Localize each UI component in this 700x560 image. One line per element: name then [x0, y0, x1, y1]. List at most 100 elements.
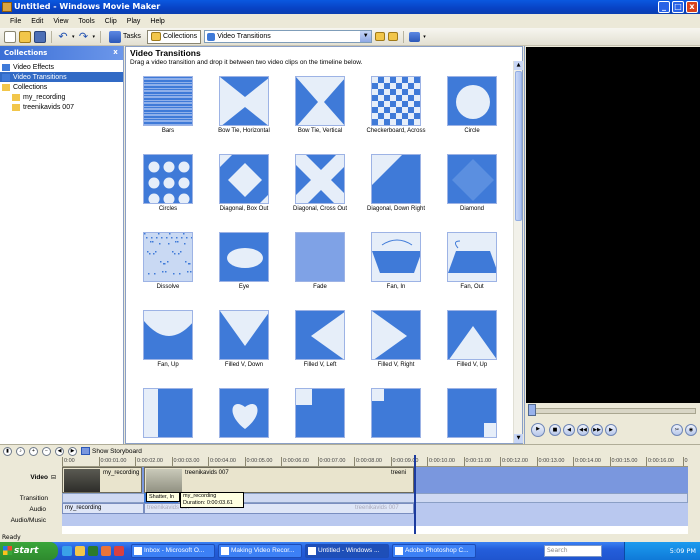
transition-tile[interactable]: Checkerboard, Across [358, 71, 434, 149]
seek-knob[interactable] [528, 404, 536, 416]
collection-item[interactable]: Video Transitions [0, 72, 123, 82]
scroll-down-icon[interactable]: ▼ [514, 434, 523, 443]
menu-file[interactable]: File [6, 18, 25, 25]
tasks-button[interactable]: Tasks [106, 30, 144, 44]
ruler-tick: 0:00:11.00 [463, 457, 491, 466]
zoom-in-icon[interactable]: + [29, 446, 38, 456]
show-storyboard-button[interactable]: Show Storyboard [81, 447, 142, 455]
fast-forward-icon[interactable]: ▶▶ [591, 424, 603, 436]
transition-tile[interactable]: Filled V, Down [206, 305, 282, 383]
undo-dropdown-icon[interactable]: ▾ [72, 34, 75, 40]
ie-icon[interactable] [62, 546, 72, 556]
transition-tile[interactable]: Diamond [434, 149, 510, 227]
play-icon[interactable]: ▶ [531, 423, 545, 437]
zoom-out-icon[interactable]: − [42, 446, 51, 456]
redo-icon[interactable]: ↷ [78, 30, 90, 43]
transition-tile[interactable]: Fade [282, 227, 358, 305]
transition-tile[interactable]: Fan, Up [130, 305, 206, 383]
taskbar-task-button[interactable]: Making Video Recor... [218, 544, 302, 558]
playhead-indicator[interactable] [414, 455, 416, 545]
split-clip-icon[interactable]: ✂ [671, 424, 683, 436]
collection-item-label: treenikavids 007 [23, 103, 74, 111]
app-icon[interactable] [114, 546, 124, 556]
rewind-icon[interactable]: ◀◀ [577, 424, 589, 436]
transition-tile[interactable]: Circles [130, 149, 206, 227]
expand-video-icon[interactable]: ⊟ [51, 474, 56, 481]
set-audio-levels-icon[interactable]: ▮ [3, 446, 12, 456]
menu-view[interactable]: View [49, 18, 72, 25]
audio-music-track[interactable] [62, 514, 688, 526]
transition-tile[interactable]: Bow Tie, Horizontal [206, 71, 282, 149]
video-clip[interactable]: my_recording [62, 467, 142, 493]
previous-frame-icon[interactable]: ◀ [563, 424, 575, 436]
video-clip[interactable]: treenikavids 007 treeni [144, 467, 414, 493]
menu-play[interactable]: Play [123, 18, 145, 25]
stop-icon[interactable]: ■ [549, 424, 561, 436]
taskbar-task-button[interactable]: Adobe Photoshop C... [392, 544, 476, 558]
taskbar-task-button[interactable]: Untitled - Windows ... [305, 544, 389, 558]
collection-item[interactable]: Collections [0, 82, 123, 92]
transition-tile[interactable]: Fan, Out [434, 227, 510, 305]
menu-clip[interactable]: Clip [101, 18, 121, 25]
fade-icon [295, 232, 345, 282]
next-frame-icon[interactable]: ▶ [605, 424, 617, 436]
open-folder-icon[interactable] [19, 30, 31, 43]
menu-edit[interactable]: Edit [27, 18, 47, 25]
content-subtitle: Drag a video transition and drop it betw… [130, 59, 363, 66]
collections-button[interactable]: Collections [146, 29, 202, 44]
transition-tile[interactable]: Diagonal, Box Out [206, 149, 282, 227]
views-icon[interactable] [409, 31, 421, 42]
scrollbar-thumb[interactable] [515, 71, 522, 221]
start-button[interactable]: start [0, 542, 58, 560]
save-icon[interactable] [34, 30, 46, 43]
transition-tile[interactable]: Diagonal, Cross Out [282, 149, 358, 227]
transition-tile[interactable]: Diagonal, Down Right [358, 149, 434, 227]
taskbar-search-input[interactable]: Search [544, 545, 602, 557]
transition-tile[interactable]: Bars [130, 71, 206, 149]
excel-icon[interactable] [88, 546, 98, 556]
minimize-button[interactable]: _ [658, 1, 670, 13]
scroll-up-icon[interactable]: ▲ [514, 61, 523, 70]
transition-tile[interactable] [358, 383, 434, 443]
transition-tile[interactable]: Filled V, Left [282, 305, 358, 383]
undo-icon[interactable]: ↶ [57, 30, 69, 43]
transition-tile[interactable] [434, 383, 510, 443]
close-button[interactable]: x [686, 1, 698, 13]
collection-item[interactable]: my_recording [0, 92, 123, 102]
audio-clip[interactable]: my_recording [62, 503, 144, 514]
seek-bar[interactable] [528, 408, 696, 414]
maximize-button[interactable]: □ [672, 1, 684, 13]
snapshot-icon[interactable]: ◉ [685, 424, 697, 436]
narrate-mic-icon[interactable]: ♪ [16, 446, 25, 456]
chevron-down-icon[interactable]: ▼ [360, 31, 372, 42]
transition-tile[interactable]: Eye [206, 227, 282, 305]
up-folder-icon[interactable] [375, 32, 386, 41]
transition-tile[interactable]: Dissolve [130, 227, 206, 305]
redo-dropdown-icon[interactable]: ▾ [93, 34, 96, 40]
transition-tile[interactable]: Filled V, Up [434, 305, 510, 383]
timeline-ruler[interactable]: 0:00 0:00:01.00 0:00:02.00 0:00:03.00 0:00:0… [62, 457, 688, 467]
transition-tile[interactable] [282, 383, 358, 443]
transition-tile[interactable]: Fan, In [358, 227, 434, 305]
new-project-icon[interactable] [4, 30, 16, 43]
collection-item[interactable]: Video Effects [0, 62, 123, 72]
views-dropdown-icon[interactable]: ▾ [423, 34, 426, 40]
transition-tile[interactable] [130, 383, 206, 443]
firefox-icon[interactable] [101, 546, 111, 556]
transition-tile[interactable]: Circle [434, 71, 510, 149]
collection-item[interactable]: treenikavids 007 [0, 102, 123, 112]
taskbar-task-button[interactable]: Inbox - Microsoft O... [131, 544, 215, 558]
menu-tools[interactable]: Tools [74, 18, 98, 25]
folder-icon[interactable] [75, 546, 85, 556]
play-timeline-icon[interactable]: ▶ [68, 446, 77, 456]
close-pane-icon[interactable]: x [111, 48, 120, 57]
transition-tile[interactable]: Bow Tie, Vertical [282, 71, 358, 149]
content-scrollbar[interactable]: ▲ ▼ [513, 61, 523, 443]
transition-tile[interactable]: Filled V, Right [358, 305, 434, 383]
collections-combo[interactable]: Video Transitions ▼ [204, 30, 373, 43]
transition-tile[interactable] [206, 383, 282, 443]
rewind-timeline-icon[interactable]: ◀ [55, 446, 64, 456]
new-collection-folder-icon[interactable] [388, 32, 399, 41]
menu-help[interactable]: Help [146, 18, 168, 25]
ruler-tick: 0:00:08.00 [354, 457, 382, 466]
